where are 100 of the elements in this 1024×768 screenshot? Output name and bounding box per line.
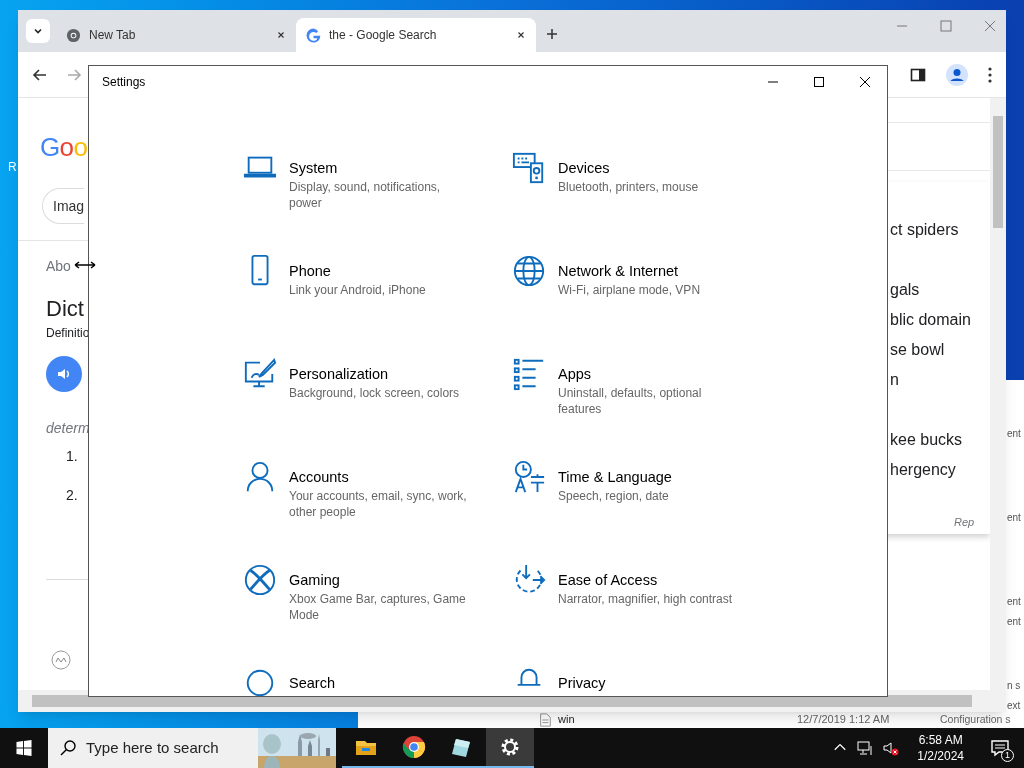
chrome-icon [402, 735, 426, 759]
settings-item-description: Wi-Fi, airplane mode, VPN [558, 282, 702, 298]
file-type-cell-text: ent [1007, 595, 1021, 609]
settings-item-description: Background, lock screen, colors [289, 385, 461, 401]
search-suggestion[interactable]: hergency [890, 458, 956, 482]
network-icon[interactable] [857, 740, 874, 756]
close-icon[interactable] [859, 76, 871, 88]
settings-item-title: Accounts [289, 468, 350, 486]
profile-icon[interactable] [946, 64, 968, 86]
settings-item[interactable]: Personalization Background, lock screen, colors [243, 357, 512, 460]
chrome-icon [66, 27, 81, 43]
clock-time: 6:58 AM [918, 732, 963, 748]
settings-item-description: Uninstall, defaults, optional features [558, 385, 703, 417]
window-title: Settings [102, 74, 146, 91]
search-suggestion[interactable]: gals [890, 278, 920, 302]
dictionary-logo-icon [51, 650, 71, 670]
scroll-thumb[interactable] [993, 116, 1003, 228]
about-link[interactable]: Abo [46, 256, 71, 277]
browser-tab[interactable]: New Tab [56, 18, 296, 52]
clock-date: 1/2/2024 [917, 748, 964, 764]
search-placeholder: Type here to search [86, 737, 219, 758]
xbox-icon [243, 563, 277, 597]
google-icon [306, 27, 321, 43]
settings-item[interactable]: Ease of Access Narrator, magnifier, high contrast [512, 563, 781, 666]
tab-search-button[interactable] [26, 19, 50, 43]
settings-item-title: Gaming [289, 571, 341, 589]
settings-item-description: Xbox Game Bar, captures, Game Mode [289, 591, 467, 623]
settings-item[interactable]: Search [243, 666, 512, 696]
search-suggestion[interactable]: se bowl [890, 338, 945, 362]
settings-item[interactable]: System Display, sound, notifications, power [243, 151, 512, 254]
settings-item[interactable]: Accounts Your accounts, email, sync, work, other people [243, 460, 512, 563]
list-icon [512, 357, 546, 391]
settings-item-title: System [289, 159, 339, 177]
search-field[interactable]: Type here to search [48, 728, 258, 768]
devices-icon [512, 151, 546, 185]
file-name-cell[interactable]: win [558, 713, 575, 726]
settings-item[interactable]: Time & Language Speech, region, date [512, 460, 781, 563]
notification-icon [990, 738, 1010, 758]
search-suggestion[interactable]: blic domain [890, 308, 971, 332]
google-logo[interactable]: Goo [40, 132, 88, 162]
file-type-cell-text: n s [1007, 679, 1021, 693]
settings-item[interactable]: Gaming Xbox Game Bar, captures, Game Mode [243, 563, 512, 666]
settings-item-description: Speech, region, date [558, 488, 670, 504]
new-tab-icon[interactable] [546, 28, 558, 40]
settings-item[interactable]: Phone Link your Android, iPhone [243, 254, 512, 357]
settings-item-description: Display, sound, notifications, power [289, 179, 442, 211]
settings-item[interactable]: Apps Uninstall, defaults, optional features [512, 357, 781, 460]
notification-button[interactable]: 1 [982, 728, 1018, 768]
file-type-cell-text: ent [1007, 427, 1021, 441]
settings-item-title: Devices [558, 159, 611, 177]
search-suggestion[interactable]: ct spiders [890, 218, 959, 242]
notification-badge: 1 [1001, 749, 1014, 762]
settings-item-description: Bluetooth, printers, mouse [558, 179, 700, 195]
phonetic-text: determ [46, 419, 90, 438]
settings-item-title: Apps [558, 365, 593, 383]
settings-item-title: Ease of Access [558, 571, 659, 589]
tab-title: the - Google Search [329, 27, 438, 44]
file-date-cell: 12/7/2019 1:12 AM [797, 713, 890, 726]
list-number: 2. [66, 486, 78, 505]
tab-title: New Tab [89, 27, 137, 44]
clock[interactable]: 6:58 AM 1/2/2024 [909, 732, 972, 764]
resize-cursor-icon [74, 261, 96, 269]
side-panel-icon[interactable] [910, 67, 926, 83]
clock-language-icon [512, 460, 546, 494]
menu-icon[interactable] [988, 67, 992, 83]
search-icon [60, 740, 76, 756]
settings-item[interactable]: Devices Bluetooth, printers, mouse [512, 151, 781, 254]
close-icon[interactable] [276, 30, 286, 40]
taskbar-app-button[interactable] [486, 728, 534, 768]
settings-item-title: Time & Language [558, 468, 673, 486]
settings-item-title: Personalization [289, 365, 390, 383]
search-suggestion[interactable]: kee bucks [890, 428, 963, 452]
file-type-cell-text: ent [1007, 615, 1021, 629]
maximize-icon[interactable] [813, 76, 825, 88]
settings-item-description: Narrator, magnifier, high contrast [558, 591, 734, 607]
speaker-icon [56, 366, 72, 382]
settings-item[interactable]: Privacy [512, 666, 781, 696]
report-link[interactable]: Rep [954, 514, 975, 531]
file-type-cell: Configuration s [940, 713, 1011, 726]
list-number: 1. [66, 447, 78, 466]
settings-item[interactable]: Network & Internet Wi-Fi, airplane mode, VPN [512, 254, 781, 357]
file-type-cell-text: ext [1007, 699, 1021, 713]
close-icon[interactable] [516, 30, 526, 40]
globe-icon [512, 254, 546, 288]
windows-logo-icon [16, 740, 32, 756]
settings-item-title: Phone [289, 262, 332, 280]
file-type-cell-text: ent [1007, 511, 1021, 525]
dictionary-heading: Dict [46, 295, 84, 323]
settings-item-description: Your accounts, email, sync, work, other people [289, 488, 468, 520]
back-icon[interactable] [32, 66, 48, 83]
settings-item-title: Search [289, 674, 336, 692]
settings-item-description: Link your Android, iPhone [289, 282, 427, 298]
file-icon [538, 713, 552, 727]
search-suggestion[interactable]: n [890, 368, 899, 392]
vertical-scrollbar[interactable] [990, 98, 1006, 690]
definition-label: Definitio [46, 325, 90, 342]
browser-tab[interactable]: the - Google Search [296, 18, 536, 52]
speaker-button[interactable] [46, 356, 82, 392]
settings-item-title: Privacy [558, 674, 607, 692]
speaker-muted-icon[interactable] [883, 740, 900, 756]
